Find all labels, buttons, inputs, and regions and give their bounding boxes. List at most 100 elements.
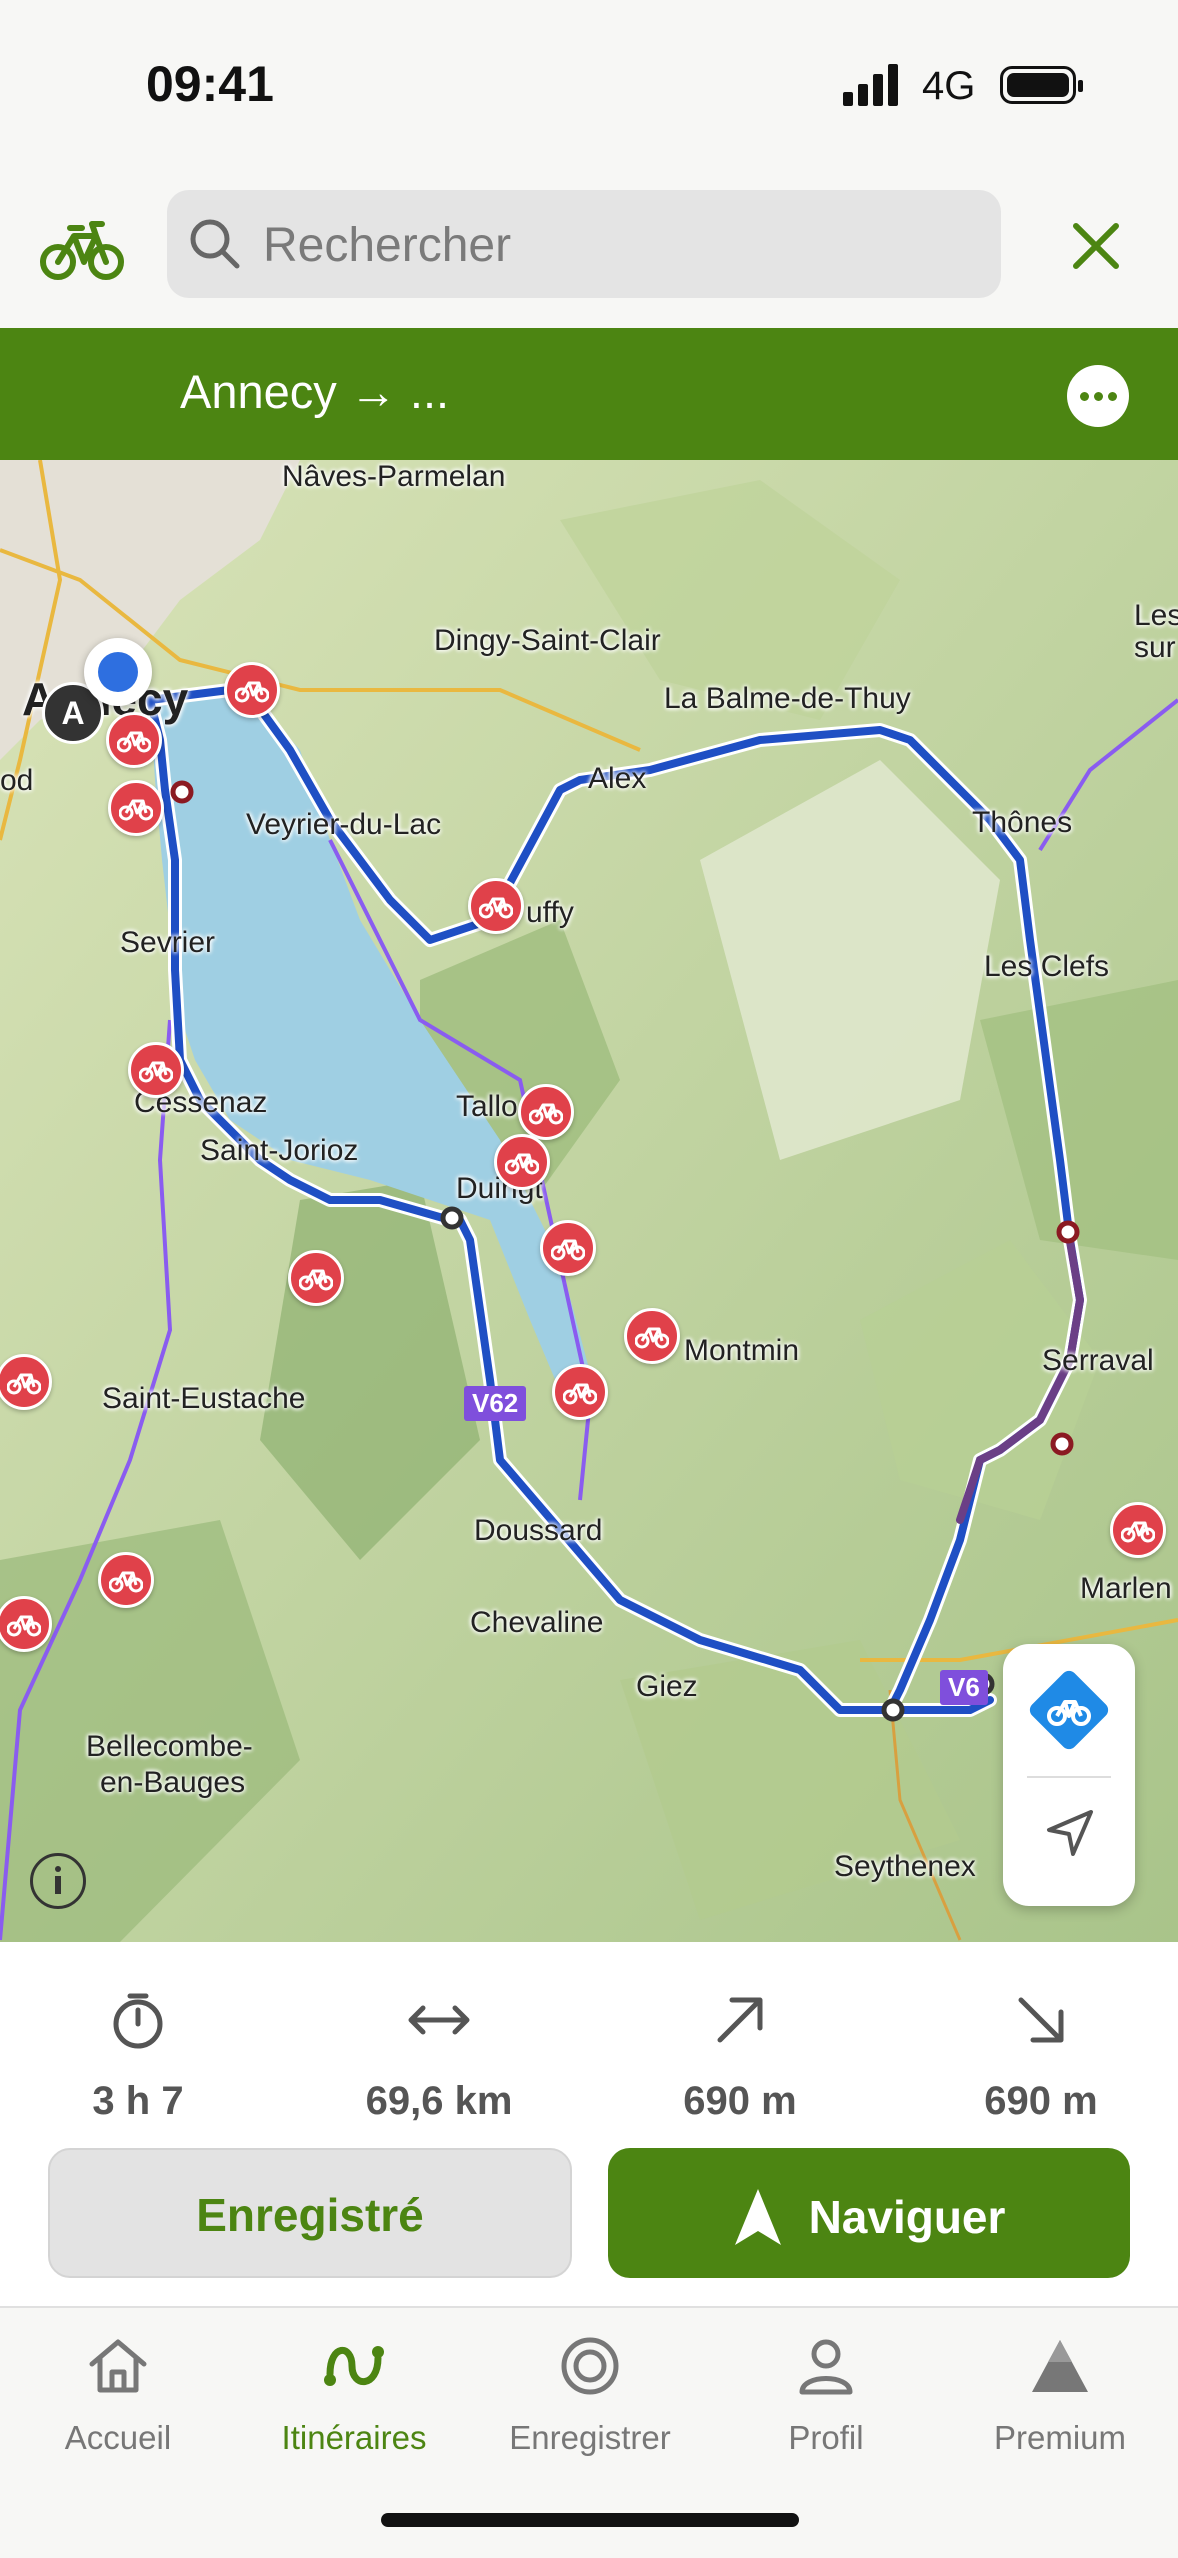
map-label: Veyrier-du-Lac <box>246 808 442 841</box>
route-header: Annecy → ... <box>0 328 1178 460</box>
search-icon <box>190 219 240 269</box>
map-label: Thônes <box>972 806 1073 839</box>
map-label: Giez <box>636 1670 698 1703</box>
tab-enregistrer[interactable]: Enregistrer <box>472 2334 708 2457</box>
bike-poi-marker[interactable] <box>552 1364 608 1420</box>
map-label: Montmin <box>684 1334 800 1367</box>
map-label: Les sur <box>1134 599 1178 664</box>
bike-layer-icon[interactable] <box>1025 1666 1113 1754</box>
network-type: 4G <box>922 64 976 108</box>
map-label: Alex <box>588 762 647 795</box>
road-shield: V62 <box>464 1386 527 1421</box>
home-indicator <box>381 2513 799 2527</box>
saved-button[interactable]: Enregistré <box>48 2148 572 2278</box>
stat-descent: 690 m <box>891 1988 1178 2124</box>
status-bar: 09:41 4G <box>0 0 1178 170</box>
navigation-arrow-icon <box>734 2188 781 2245</box>
close-icon[interactable] <box>1068 218 1124 274</box>
more-options-icon[interactable] <box>1067 365 1129 427</box>
bike-icon <box>299 1269 333 1291</box>
bike-poi-marker[interactable] <box>288 1250 344 1306</box>
map-label: Chevaline <box>470 1606 604 1639</box>
premium-icon <box>1032 2340 1088 2392</box>
stat-duration: 3 h 7 <box>0 1988 288 2124</box>
tab-label: Accueil <box>64 2419 172 2456</box>
signal-icon <box>843 64 898 106</box>
bike-poi-marker[interactable] <box>1110 1502 1166 1558</box>
map-label: Nâves-Parmelan <box>282 460 506 493</box>
map-label: Doussard <box>474 1514 603 1547</box>
bike-icon <box>7 1373 41 1395</box>
battery-icon <box>1000 66 1083 104</box>
tab-accueil[interactable]: Accueil <box>0 2334 236 2457</box>
tab-label: Premium <box>993 2419 1127 2456</box>
map-label: Tallo <box>456 1090 518 1123</box>
stopwatch-icon <box>113 1993 163 2049</box>
bike-poi-marker[interactable] <box>624 1308 680 1364</box>
bike-icon <box>563 1383 597 1405</box>
tab-profil[interactable]: Profil <box>708 2334 944 2457</box>
bike-icon <box>505 1153 539 1175</box>
route-stats-panel: 3 h 7 69,6 km 690 m 690 m Enregistré Nav… <box>0 1942 1178 2312</box>
map-label: Saint-Jorioz <box>200 1134 359 1167</box>
stat-value: 690 m <box>683 2079 797 2123</box>
bike-icon <box>7 1615 41 1637</box>
current-location-dot <box>84 638 152 706</box>
bike-icon <box>529 1103 563 1125</box>
bike-icon <box>479 897 513 919</box>
record-icon <box>561 2337 619 2395</box>
descent-arrow-icon <box>1018 1997 1064 2043</box>
info-icon[interactable] <box>30 1853 86 1909</box>
profile-icon <box>799 2339 853 2395</box>
map-label: Marlen <box>1080 1572 1172 1605</box>
bike-poi-marker[interactable] <box>468 878 524 934</box>
bike-poi-marker[interactable] <box>518 1084 574 1140</box>
tab-label: Enregistrer <box>509 2419 671 2456</box>
bike-poi-marker[interactable] <box>494 1134 550 1190</box>
bike-icon <box>551 1239 585 1261</box>
bike-icon <box>235 681 269 703</box>
locate-arrow-icon[interactable] <box>1041 1806 1097 1862</box>
stat-ascent: 690 m <box>590 1988 890 2124</box>
bike-icon <box>117 731 151 753</box>
search-field[interactable] <box>167 190 1001 298</box>
bike-icon <box>635 1327 669 1349</box>
bike-poi-marker[interactable] <box>224 662 280 718</box>
road-shield: V6 <box>940 1670 988 1705</box>
map-label: uffy <box>526 896 574 929</box>
tab-premium[interactable]: Premium <box>942 2334 1178 2457</box>
map-label: Sevrier <box>120 926 216 959</box>
route-title[interactable]: Annecy → ... <box>180 364 449 419</box>
bike-icon <box>109 1571 143 1593</box>
map-label: Les Clefs <box>984 950 1110 983</box>
map-label: Seythenex <box>834 1850 976 1883</box>
map-label: en-Bauges <box>100 1766 246 1799</box>
distance-arrows-icon <box>408 2005 470 2035</box>
map-controls <box>1003 1644 1135 1906</box>
bike-poi-marker[interactable] <box>98 1552 154 1608</box>
bike-poi-marker[interactable] <box>128 1042 184 1098</box>
status-time: 09:41 <box>146 56 274 112</box>
stat-distance: 69,6 km <box>289 1988 589 2124</box>
map-label: Saint-Eustache <box>102 1382 306 1415</box>
bike-mode-icon[interactable] <box>40 214 124 284</box>
stat-value: 690 m <box>984 2079 1098 2123</box>
search-input[interactable] <box>261 208 965 282</box>
tab-label: Itinéraires <box>281 2419 427 2456</box>
tab-label: Profil <box>788 2419 864 2456</box>
bike-poi-marker[interactable] <box>540 1220 596 1276</box>
navigate-label: Naviguer <box>808 2190 1006 2243</box>
navigate-button[interactable]: Naviguer <box>608 2148 1130 2278</box>
map-view[interactable]: Nâves-Parmelan Dingy-Saint-Clair Les sur… <box>0 460 1178 1942</box>
map-label: La Balme-de-Thuy <box>664 682 911 715</box>
bike-icon <box>139 1061 173 1083</box>
map-label: Bellecombe- <box>86 1730 253 1763</box>
ascent-arrow-icon <box>717 1997 763 2043</box>
tab-itineraires[interactable]: Itinéraires <box>236 2334 472 2457</box>
stat-value: 69,6 km <box>365 2079 513 2123</box>
routes-icon <box>324 2346 384 2386</box>
bike-icon <box>119 799 153 821</box>
bike-poi-marker[interactable] <box>106 712 162 768</box>
bike-poi-marker[interactable] <box>108 780 164 836</box>
map-label: Serraval <box>1042 1344 1154 1377</box>
